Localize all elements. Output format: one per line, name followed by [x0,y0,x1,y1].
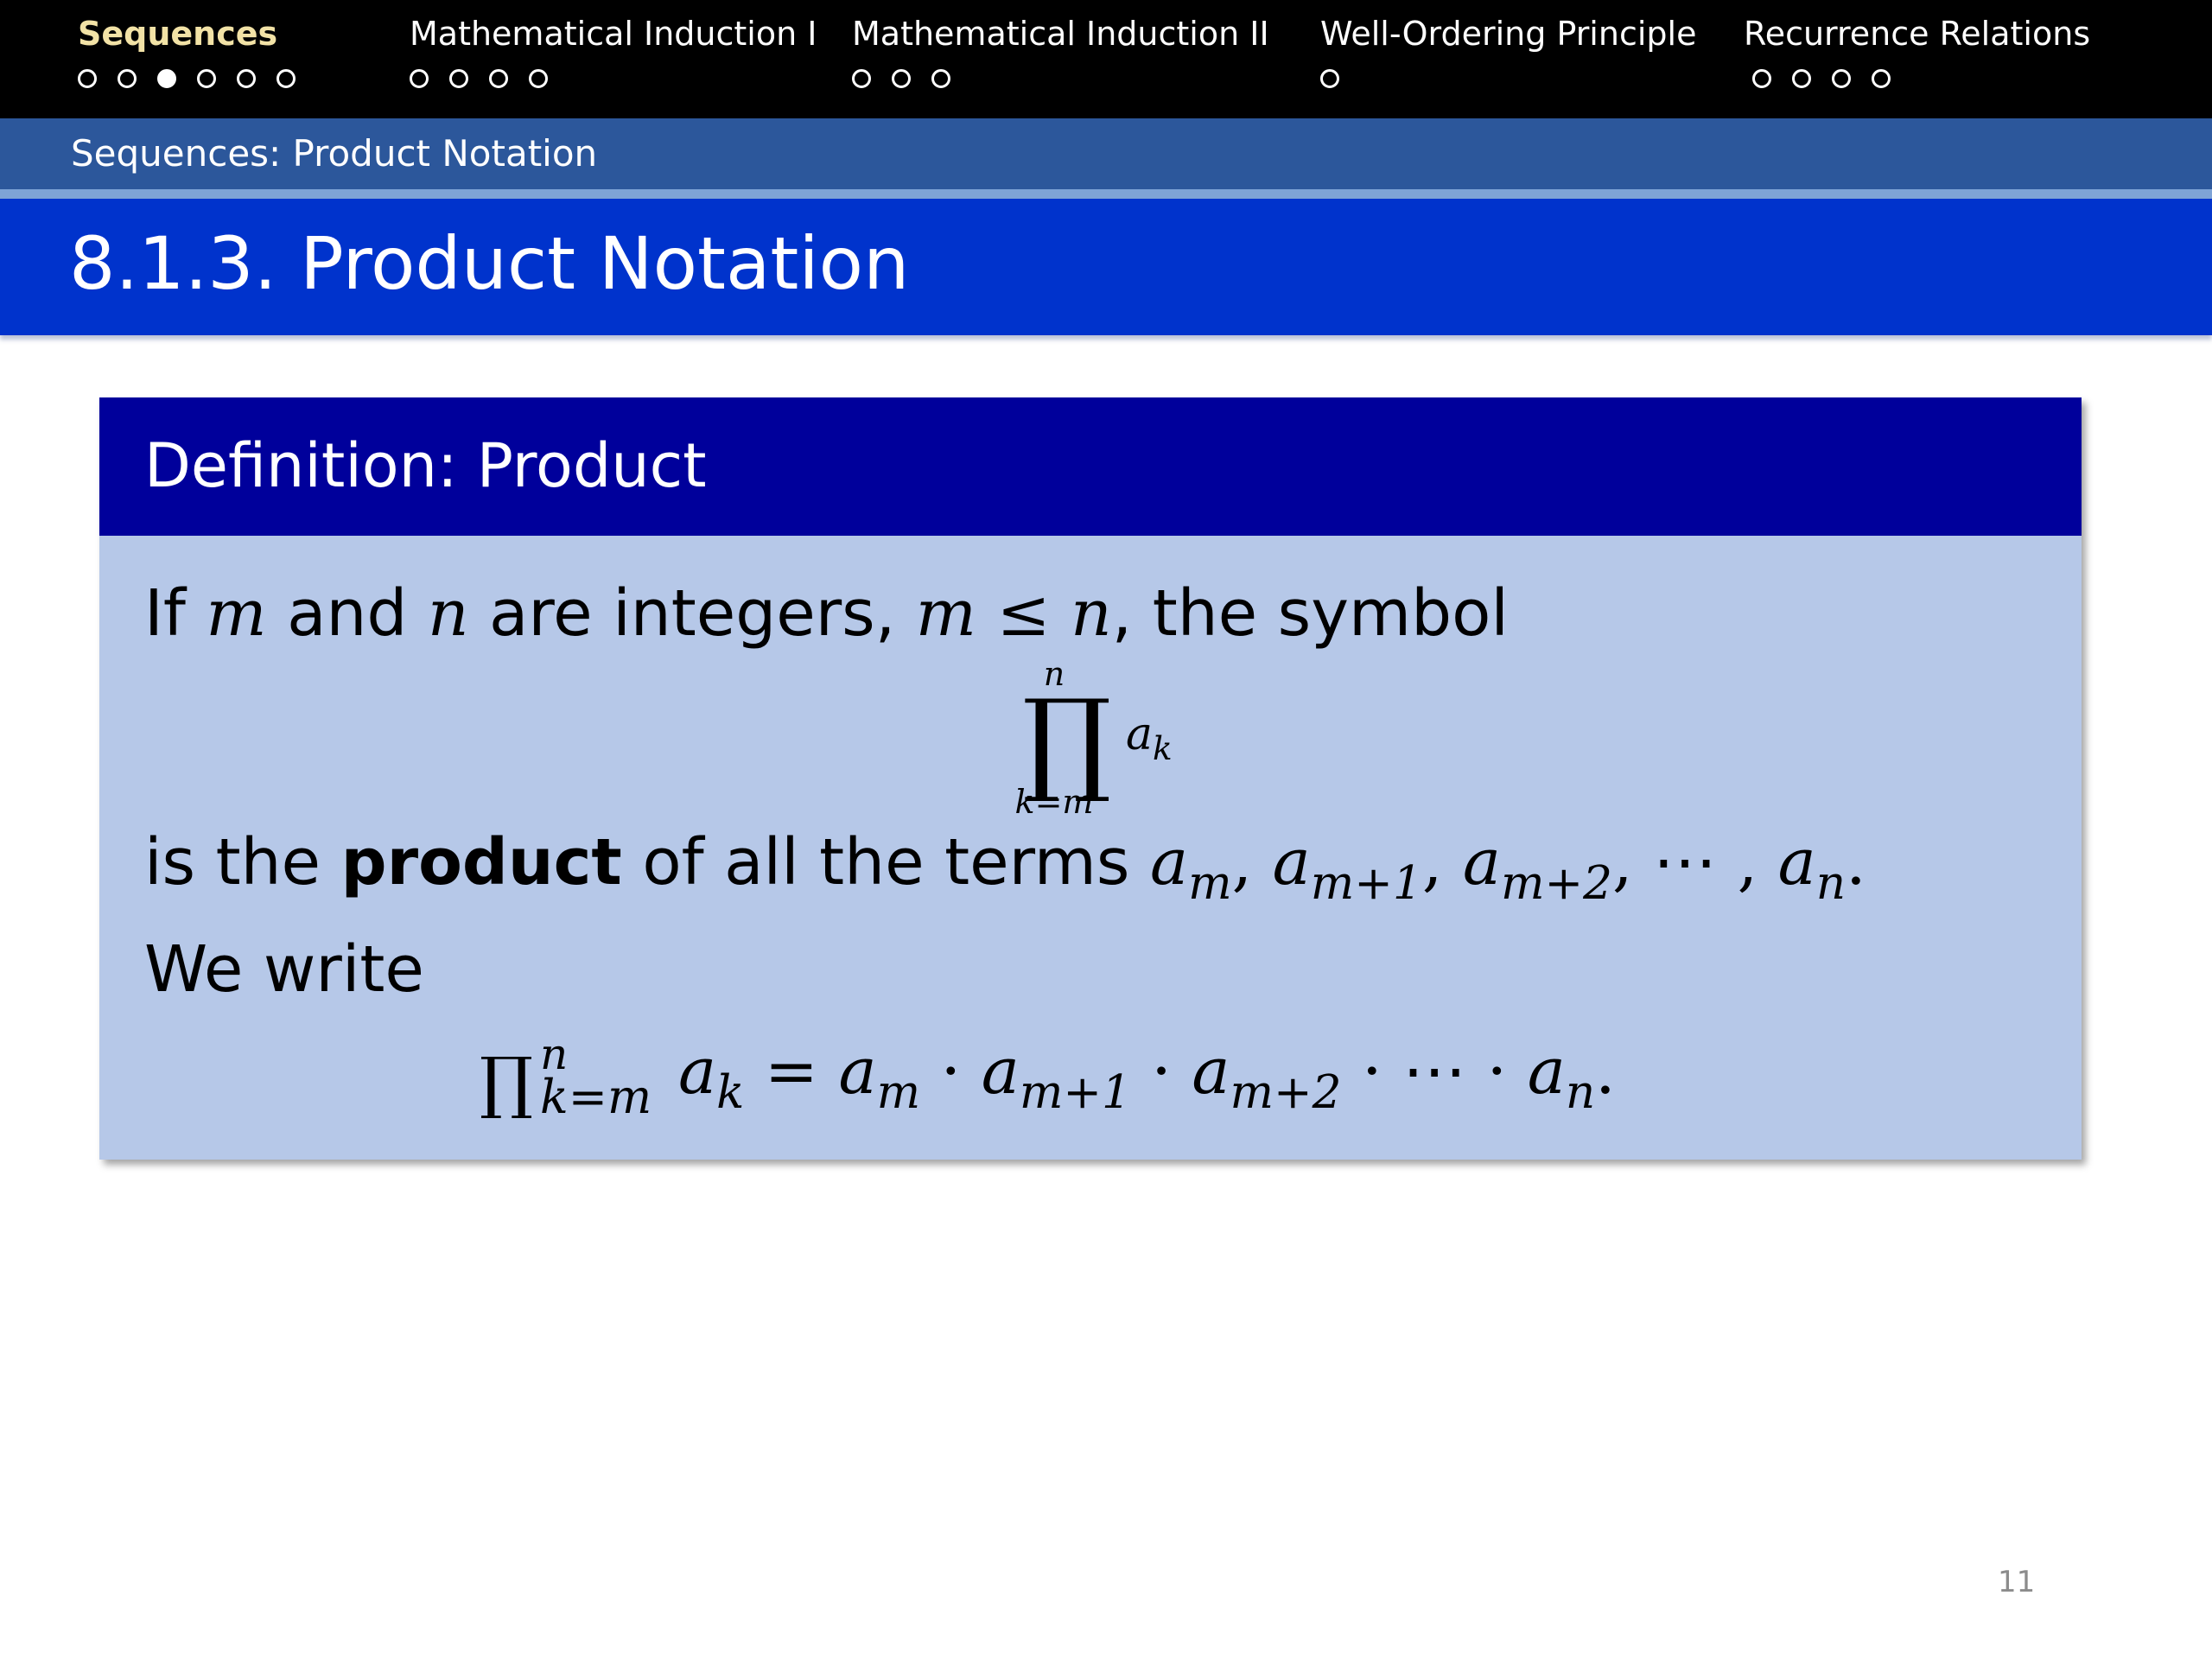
math-subscript: k [716,1065,745,1120]
math-var: a [1192,1034,1230,1109]
nav-section-mathematical-induction-1[interactable]: Mathematical Induction I [410,12,817,88]
math-var: m [206,576,267,651]
slide-dot[interactable] [237,69,256,88]
text: If [144,576,207,651]
slide-dot[interactable] [529,69,548,88]
text: are integers, [468,576,916,651]
section-subtitle: Sequences: Product Notation [71,132,598,175]
product-symbol-display: n ∏ k=m ak [998,657,1257,830]
text: is the [144,825,341,899]
math-var: n [1071,576,1112,651]
math-subscript: m+2 [1500,856,1613,911]
slide-dot-current[interactable] [157,69,176,88]
nav-section-sequences[interactable]: Sequences [78,12,296,88]
math-operator: ≤ [976,576,1071,651]
slide-dot[interactable] [1872,69,1891,88]
math-var: a [981,1034,1020,1109]
slide-dot[interactable] [1752,69,1771,88]
slide-title: 8.1.3. Product Notation [69,221,910,306]
slide-dot[interactable] [410,69,429,88]
divider [0,189,2212,199]
slide-dot[interactable] [892,69,911,88]
math-subscript: n [1815,856,1847,911]
math-operator: = [744,1034,839,1109]
slide-dot[interactable] [1832,69,1851,88]
math-subscript: m [876,1065,921,1120]
nav-section-label: Well-Ordering Principle [1320,15,1697,53]
math-var: a [838,1034,877,1109]
product-lower-limit: k=m [540,1070,652,1124]
math-punct: . [1846,825,1866,899]
slide-dot[interactable] [1320,69,1339,88]
slide-dot[interactable] [449,69,468,88]
slide-dot[interactable] [118,69,137,88]
math-var: a [1462,825,1501,899]
math-punct: , [1421,825,1463,899]
math-subscript: m [1188,856,1232,911]
math-subscript: n [1565,1065,1596,1120]
slide-dot[interactable] [276,69,296,88]
section-navigation-bar: Sequences Mathematical Induction I Mathe… [0,0,2212,118]
definition-line-3: We write [144,932,424,1007]
math-var: m [915,576,976,651]
text: and [266,576,428,651]
definition-line-2: is the product of all the terms am, am+1… [144,819,1866,906]
product-lower-limit: k=m [1014,783,1094,821]
definition-header: Definition: Product [99,397,2082,536]
definition-title: Definition: Product [144,430,707,501]
math-var: a [1272,825,1311,899]
nav-section-label: Sequences [78,15,278,53]
math-var: a [1149,825,1189,899]
text: of all the terms [621,825,1150,899]
nav-section-well-ordering-principle[interactable]: Well-Ordering Principle [1320,12,1697,88]
definition-block: Definition: Product If m and n are integ… [99,397,2082,1160]
equation-body: ak = am · am+1 · am+2 · ⋯ · an. [678,1028,1616,1116]
math-operator: · ⋯ · [1341,1034,1528,1109]
nav-section-label: Mathematical Induction I [410,15,817,53]
math-subscript: k [1153,728,1173,767]
nav-section-label: Mathematical Induction II [852,15,1269,53]
section-subtitle-bar: Sequences: Product Notation [0,118,2212,189]
math-punct: , [1231,825,1273,899]
slide-dot[interactable] [931,69,950,88]
math-var: a [1777,825,1816,899]
math-var: a [1126,709,1154,760]
slide-dot[interactable] [852,69,871,88]
math-var: n [427,576,469,651]
slide-dot[interactable] [1792,69,1811,88]
slide-title-bar: 8.1.3. Product Notation [0,199,2212,335]
product-symbol: ∏ [480,1044,534,1122]
math-operator: · [1130,1034,1192,1109]
nav-section-mathematical-induction-2[interactable]: Mathematical Induction II [852,12,1269,88]
math-subscript: m+1 [1310,856,1422,911]
page-number: 11 [1998,1565,2036,1599]
slide-dot[interactable] [197,69,216,88]
math-var: a [1527,1034,1566,1109]
nav-section-label: Recurrence Relations [1744,15,2091,53]
product-term: ak [1126,709,1173,765]
math-punct: , ⋯ , [1612,825,1778,899]
bold-term: product [340,825,622,899]
slide-dot[interactable] [78,69,97,88]
math-operator: · [920,1034,982,1109]
math-punct: . [1595,1034,1616,1109]
math-var: a [678,1034,717,1109]
product-symbol: ∏ [1022,675,1112,806]
math-subscript: m+2 [1230,1065,1342,1120]
slide-dot[interactable] [489,69,508,88]
math-subscript: m+1 [1019,1065,1131,1120]
definition-line-1: If m and n are integers, m ≤ n, the symb… [144,570,1509,657]
nav-section-recurrence-relations[interactable]: Recurrence Relations [1744,12,2091,88]
text: , the symbol [1111,576,1509,651]
